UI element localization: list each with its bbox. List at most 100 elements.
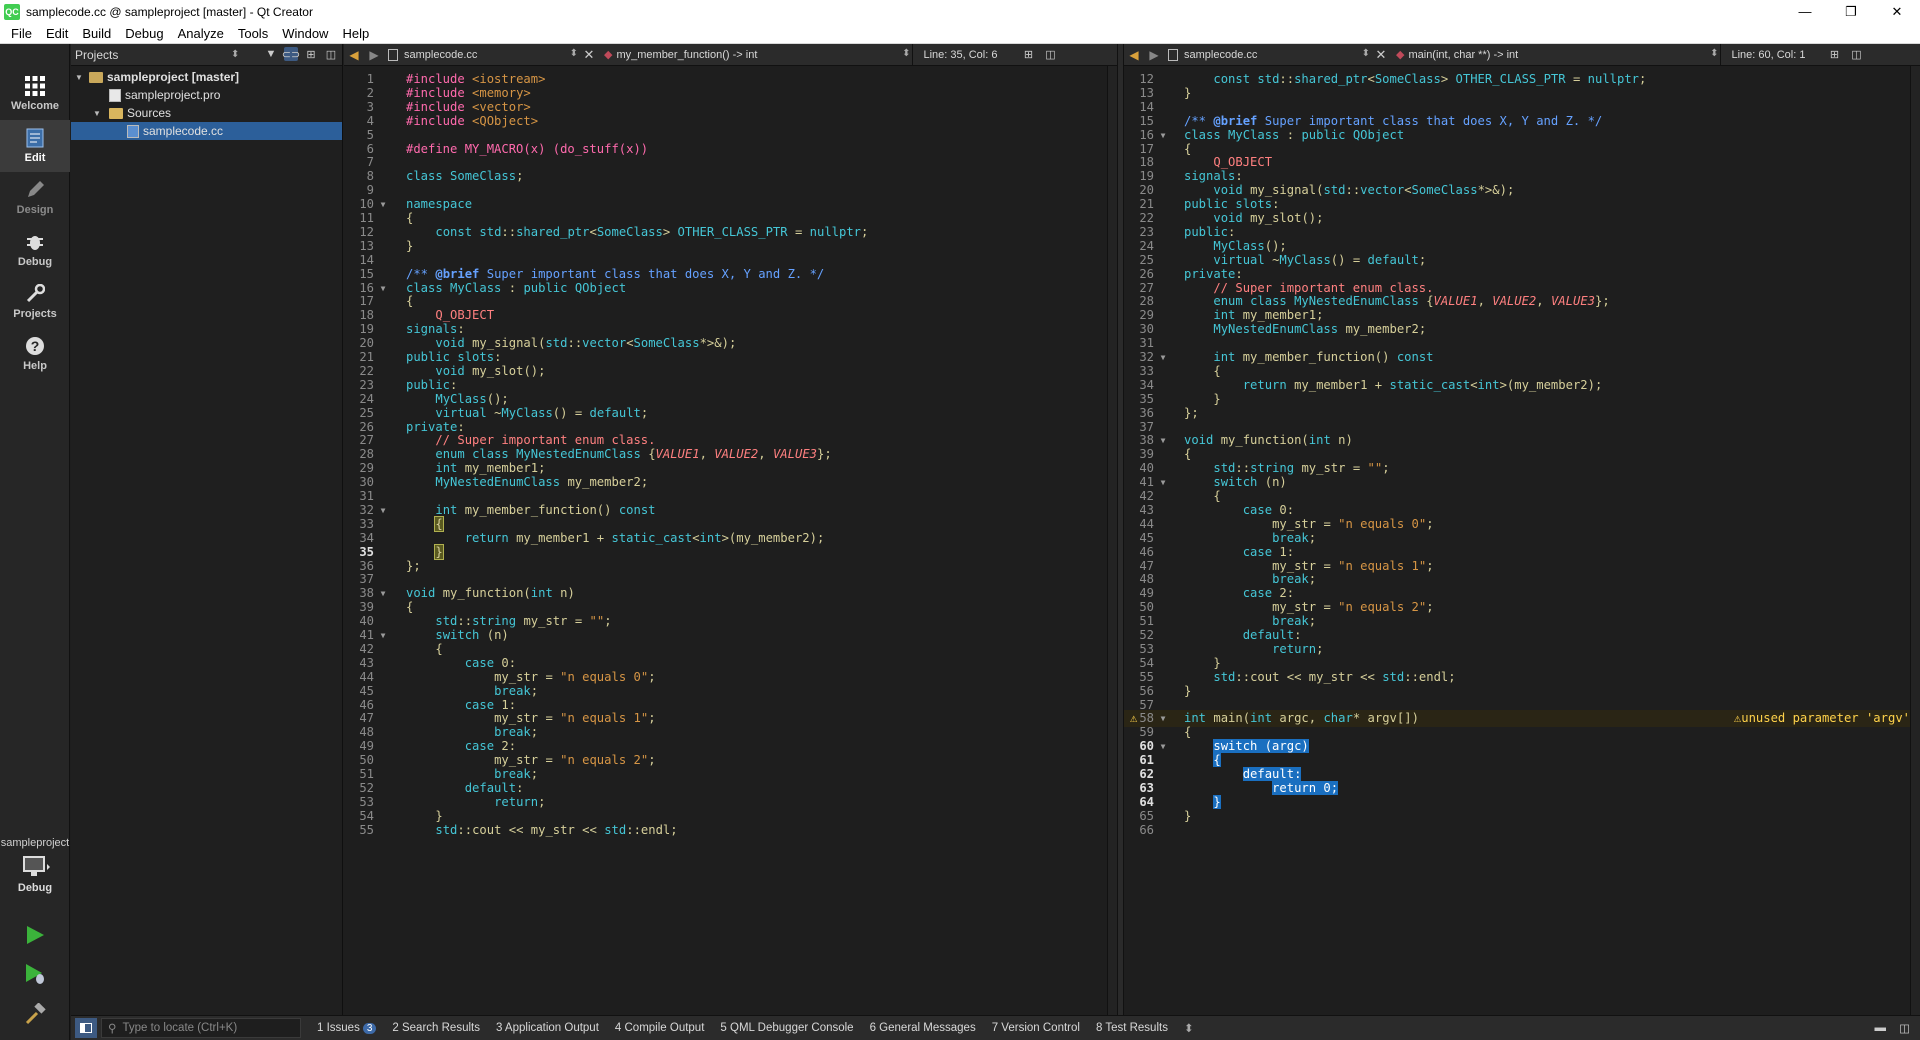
link-editor-icon[interactable]: ⊂⊃: [282, 47, 300, 61]
menu-edit[interactable]: Edit: [39, 23, 75, 44]
editor-splitter[interactable]: [1117, 44, 1124, 1015]
run-button[interactable]: [20, 920, 50, 950]
mode-projects[interactable]: Projects: [0, 276, 70, 328]
toggle-output-pane-icon[interactable]: ◫: [1899, 1021, 1910, 1035]
cpp-file-icon: [127, 124, 139, 138]
build-button[interactable]: [20, 999, 50, 1029]
tree-item-label: sampleproject.pro: [125, 88, 221, 102]
tree-item-samplecode[interactable]: samplecode.cc: [71, 122, 342, 140]
forward-arrow-icon[interactable]: ▶: [364, 48, 384, 62]
symbol-selector[interactable]: my_member_function() -> int: [616, 48, 912, 61]
issues-count-badge: 3: [362, 1023, 377, 1034]
toggle-progress-icon[interactable]: ▬: [1875, 1022, 1887, 1034]
wrench-icon: [26, 284, 45, 303]
tab-application-output[interactable]: 3 Application Output: [496, 1022, 599, 1034]
line-column-indicator[interactable]: Line: 60, Col: 1: [1720, 43, 1815, 66]
hammer-icon: [25, 1003, 46, 1025]
locator-input[interactable]: ⚲ Type to locate (Ctrl+K): [101, 1018, 301, 1038]
split-editor-icon[interactable]: ⊞: [1827, 48, 1841, 62]
menu-build[interactable]: Build: [75, 23, 118, 44]
expand-arrow-icon[interactable]: ▼: [91, 109, 103, 118]
help-icon: ?: [26, 337, 44, 355]
tree-item-pro-file[interactable]: sampleproject.pro: [71, 86, 342, 104]
mode-label: Welcome: [10, 100, 60, 112]
tab-general-messages[interactable]: 6 General Messages: [870, 1022, 976, 1034]
tree-item-project[interactable]: ▼ sampleproject [master]: [71, 68, 342, 86]
mode-label: Edit: [24, 152, 46, 164]
method-icon: ◆: [1396, 49, 1405, 61]
file-selector[interactable]: samplecode.cc: [1184, 48, 1372, 61]
tab-qml-debugger-console[interactable]: 5 QML Debugger Console: [720, 1022, 853, 1034]
run-icon: [27, 926, 44, 944]
bug-icon: [27, 236, 43, 250]
file-icon: [388, 48, 398, 61]
tab-version-control[interactable]: 7 Version Control: [992, 1022, 1080, 1034]
toggle-sidebar-icon[interactable]: [75, 1018, 97, 1038]
window-title: samplecode.cc @ sampleproject [master] -…: [26, 4, 313, 19]
monitor-icon: [23, 856, 50, 876]
tree-item-sources[interactable]: ▼ Sources: [71, 104, 342, 122]
filter-icon[interactable]: ▼: [264, 47, 278, 61]
method-icon: ◆: [604, 49, 613, 61]
mode-welcome[interactable]: Welcome: [0, 68, 70, 120]
right-code-area[interactable]: 12 const std::shared_ptr<SomeClass> OTHE…: [1124, 66, 1920, 1015]
mode-design[interactable]: Design: [0, 172, 70, 224]
menu-file[interactable]: File: [4, 23, 39, 44]
mode-label: Design: [16, 204, 54, 216]
close-document-icon[interactable]: ✕: [1372, 47, 1390, 63]
close-split-icon[interactable]: ◫: [1849, 48, 1863, 62]
split-pane-icon[interactable]: ⊞: [304, 47, 318, 61]
menu-help[interactable]: Help: [335, 23, 376, 44]
back-arrow-icon[interactable]: ◀: [344, 48, 364, 62]
code-text: std::cout << my_str << std::endl;: [435, 822, 678, 837]
line-number: 55: [359, 822, 374, 837]
left-code-area[interactable]: 1 #include <iostream> 2 #include <memory> 3 #…: [344, 66, 1117, 1015]
mode-help[interactable]: ? Help: [0, 328, 70, 380]
project-icon: [89, 71, 103, 83]
minimize-button[interactable]: —: [1782, 0, 1828, 23]
output-pane-bar: ⚲ Type to locate (Ctrl+K) 1 Issues 3 2 Se…: [71, 1015, 1920, 1040]
menu-window[interactable]: Window: [275, 23, 335, 44]
start-debugging-button[interactable]: [20, 959, 50, 989]
chevron-updown-icon[interactable]: ⬍: [231, 49, 239, 60]
tab-issues[interactable]: 1 Issues 3: [317, 1022, 377, 1034]
split-editor-icon[interactable]: ⊞: [1021, 48, 1035, 62]
mode-label: Projects: [13, 308, 57, 320]
svg-text:?: ?: [31, 338, 40, 354]
file-icon: [1168, 48, 1178, 61]
line-number: 66: [1139, 822, 1154, 837]
forward-arrow-icon[interactable]: ▶: [1144, 48, 1164, 62]
mode-debug[interactable]: Debug: [0, 224, 70, 276]
vertical-scrollbar[interactable]: [1910, 66, 1920, 1015]
tab-compile-output[interactable]: 4 Compile Output: [615, 1022, 705, 1034]
line-column-indicator[interactable]: Line: 35, Col: 6: [912, 43, 1007, 66]
kit-selector[interactable]: Debug: [0, 852, 70, 912]
tab-search-results[interactable]: 2 Search Results: [392, 1022, 480, 1034]
left-editor-toolbar: ◀ ▶ samplecode.cc ✕ ◆ my_member_function…: [344, 43, 1117, 66]
close-split-icon[interactable]: ◫: [1043, 48, 1057, 62]
tab-label: 1 Issues: [317, 1022, 360, 1034]
kit-project-label: sampleproject: [0, 837, 70, 849]
tree-item-label: Sources: [127, 106, 172, 120]
projects-view-selector[interactable]: Projects: [75, 48, 118, 62]
menu-tools[interactable]: Tools: [231, 23, 275, 44]
mode-bar: Welcome Edit Design Debug Projects ? Hel…: [0, 44, 70, 1040]
symbol-selector[interactable]: main(int, char **) -> int: [1408, 48, 1720, 61]
expand-arrow-icon[interactable]: ▼: [73, 73, 85, 82]
tree-item-label: samplecode.cc: [143, 124, 224, 138]
file-selector[interactable]: samplecode.cc: [404, 48, 580, 61]
back-arrow-icon[interactable]: ◀: [1124, 48, 1144, 62]
code-line[interactable]: 55 std::cout << my_str << std::endl;: [344, 822, 1117, 839]
close-document-icon[interactable]: ✕: [580, 47, 598, 63]
close-pane-icon[interactable]: ◫: [324, 47, 338, 61]
menu-debug[interactable]: Debug: [118, 23, 170, 44]
tab-test-results[interactable]: 8 Test Results: [1096, 1022, 1168, 1034]
left-editor: ◀ ▶ samplecode.cc ✕ ◆ my_member_function…: [344, 43, 1117, 1015]
maximize-button[interactable]: ❐: [1828, 0, 1874, 23]
more-tabs-icon[interactable]: ⬍: [1184, 1021, 1194, 1035]
close-window-button[interactable]: ✕: [1874, 0, 1920, 23]
code-line[interactable]: 66: [1124, 822, 1920, 839]
menu-analyze[interactable]: Analyze: [171, 23, 231, 44]
vertical-scrollbar[interactable]: [1107, 66, 1117, 1015]
mode-edit[interactable]: Edit: [0, 120, 70, 172]
